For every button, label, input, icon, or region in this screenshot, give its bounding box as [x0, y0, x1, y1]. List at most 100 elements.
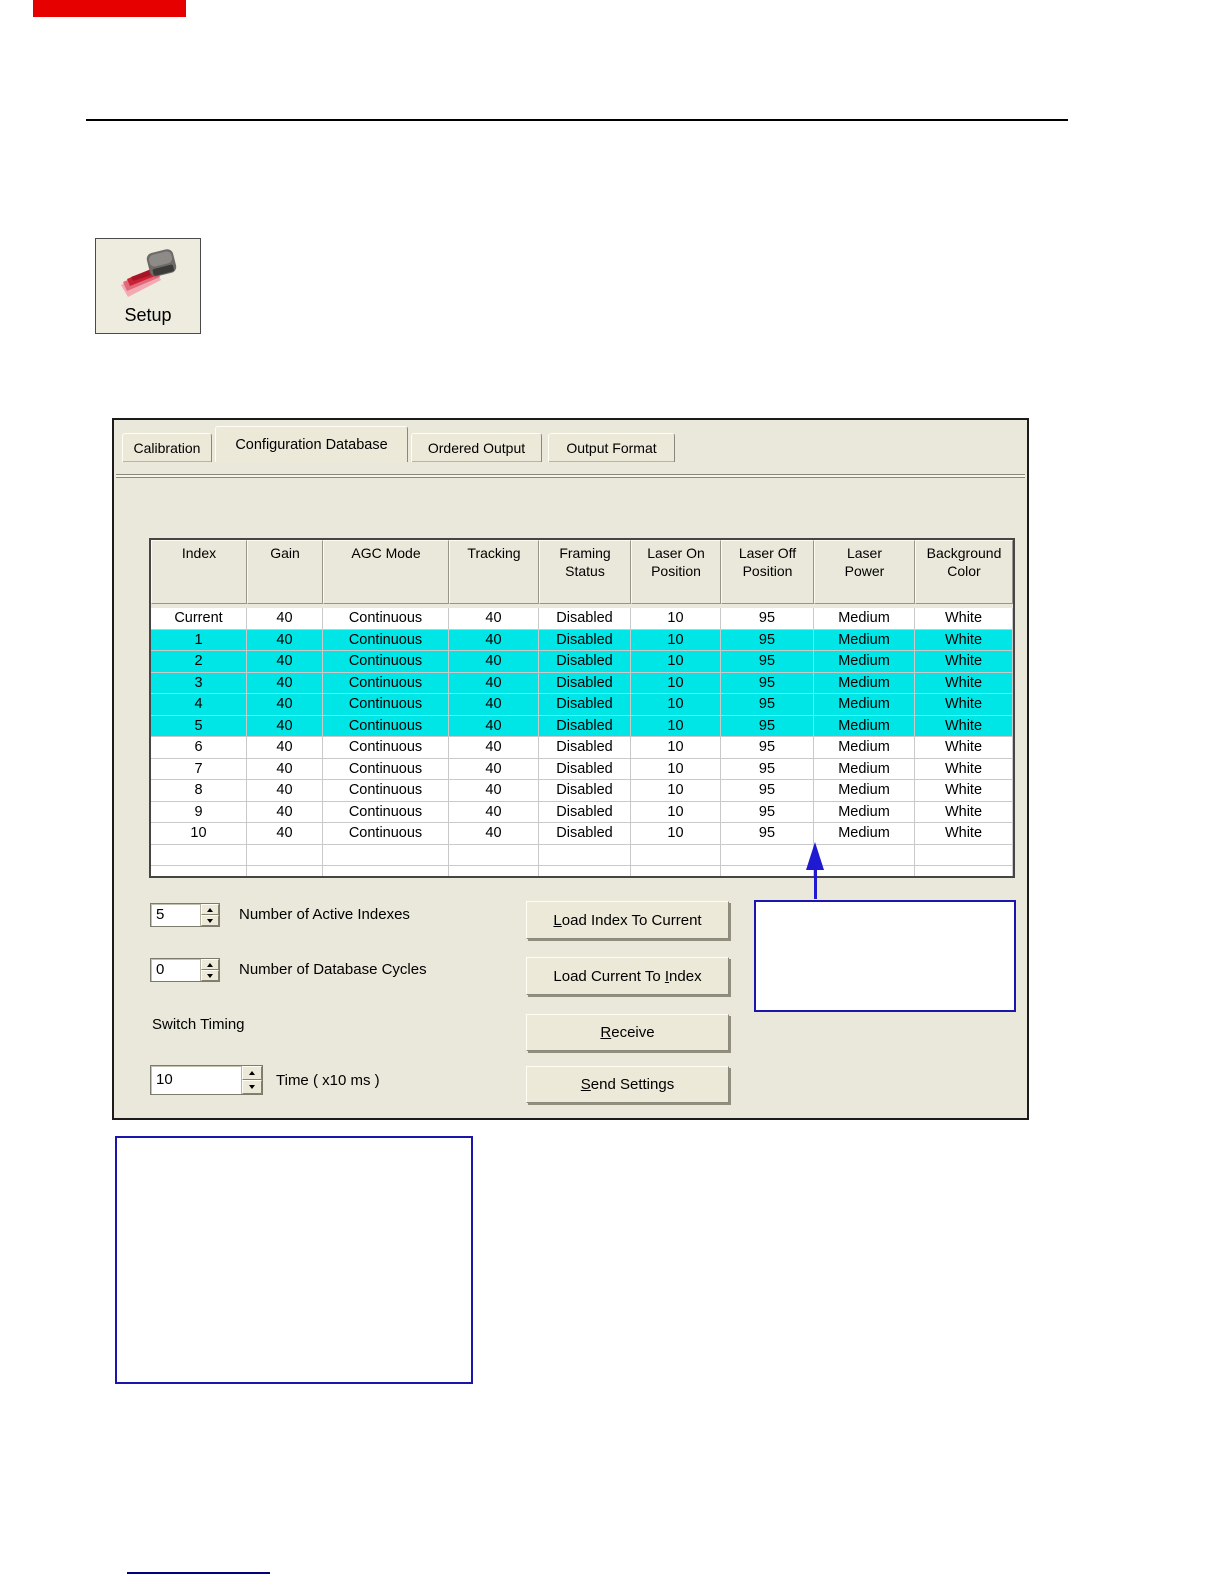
table-cell[interactable]: 10: [631, 608, 721, 630]
table-cell[interactable]: 10: [631, 715, 721, 737]
tab-output-format[interactable]: Output Format: [548, 433, 675, 462]
table-row[interactable]: 9 40 Continuous 40 Disabled 10 95 Medium White: [151, 801, 1013, 823]
table-cell[interactable]: White: [915, 672, 1013, 694]
table-cell[interactable]: 95: [721, 780, 814, 802]
table-cell[interactable]: Continuous: [323, 801, 449, 823]
table-cell[interactable]: Disabled: [539, 608, 631, 630]
table-cell[interactable]: Medium: [814, 823, 915, 845]
table-cell[interactable]: Medium: [814, 737, 915, 759]
table-cell[interactable]: Disabled: [539, 694, 631, 716]
table-cell[interactable]: 7: [151, 758, 247, 780]
table-cell[interactable]: 40: [247, 651, 323, 673]
table-cell[interactable]: White: [915, 801, 1013, 823]
table-cell[interactable]: 10: [631, 672, 721, 694]
tab-ordered-output[interactable]: Ordered Output: [411, 433, 542, 462]
table-cell[interactable]: 40: [247, 694, 323, 716]
table-cell[interactable]: Disabled: [539, 629, 631, 651]
database-cycles-spinner[interactable]: 0: [150, 958, 220, 982]
table-cell[interactable]: Medium: [814, 694, 915, 716]
table-row[interactable]: 7 40 Continuous 40 Disabled 10 95 Medium White: [151, 758, 1013, 780]
table-cell[interactable]: 95: [721, 672, 814, 694]
table-cell[interactable]: 9: [151, 801, 247, 823]
table-row[interactable]: 6 40 Continuous 40 Disabled 10 95 Medium White: [151, 737, 1013, 759]
table-cell[interactable]: 8: [151, 780, 247, 802]
table-cell[interactable]: 10: [151, 823, 247, 845]
table-cell[interactable]: 6: [151, 737, 247, 759]
table-cell[interactable]: Medium: [814, 715, 915, 737]
table-cell[interactable]: Disabled: [539, 823, 631, 845]
table-cell[interactable]: Medium: [814, 672, 915, 694]
table-cell[interactable]: Continuous: [323, 737, 449, 759]
table-cell[interactable]: 40: [449, 780, 539, 802]
table-cell[interactable]: Medium: [814, 780, 915, 802]
table-cell[interactable]: 40: [449, 758, 539, 780]
spin-down-button[interactable]: [201, 915, 219, 926]
table-cell[interactable]: 40: [449, 672, 539, 694]
table-cell[interactable]: Continuous: [323, 715, 449, 737]
spin-up-button[interactable]: [201, 959, 219, 970]
table-cell[interactable]: Medium: [814, 608, 915, 630]
table-cell[interactable]: 10: [631, 694, 721, 716]
table-row[interactable]: 3 40 Continuous 40 Disabled 10 95 Medium White: [151, 672, 1013, 694]
time-value[interactable]: 10: [151, 1066, 241, 1094]
table-cell[interactable]: 95: [721, 694, 814, 716]
table-row[interactable]: 4 40 Continuous 40 Disabled 10 95 Medium White: [151, 694, 1013, 716]
table-cell[interactable]: Disabled: [539, 651, 631, 673]
receive-button[interactable]: Receive: [526, 1014, 729, 1051]
table-cell[interactable]: White: [915, 608, 1013, 630]
table-cell[interactable]: 40: [247, 780, 323, 802]
table-cell[interactable]: 95: [721, 758, 814, 780]
table-cell[interactable]: White: [915, 780, 1013, 802]
table-row[interactable]: 5 40 Continuous 40 Disabled 10 95 Medium White: [151, 715, 1013, 737]
table-cell[interactable]: 40: [449, 715, 539, 737]
table-cell[interactable]: 40: [247, 608, 323, 630]
table-cell[interactable]: 10: [631, 758, 721, 780]
table-cell[interactable]: 40: [247, 715, 323, 737]
table-cell[interactable]: Current: [151, 608, 247, 630]
table-cell[interactable]: White: [915, 823, 1013, 845]
spin-up-button[interactable]: [242, 1066, 262, 1080]
table-cell[interactable]: 95: [721, 651, 814, 673]
table-row[interactable]: 8 40 Continuous 40 Disabled 10 95 Medium White: [151, 780, 1013, 802]
send-settings-button[interactable]: Send Settings: [526, 1066, 729, 1103]
table-cell[interactable]: 40: [247, 737, 323, 759]
table-cell[interactable]: Disabled: [539, 672, 631, 694]
table-cell[interactable]: 10: [631, 823, 721, 845]
table-cell[interactable]: 10: [631, 651, 721, 673]
table-cell[interactable]: 95: [721, 629, 814, 651]
table-cell[interactable]: White: [915, 629, 1013, 651]
table-cell[interactable]: 40: [247, 629, 323, 651]
table-cell[interactable]: 95: [721, 801, 814, 823]
table-row[interactable]: Current 40 Continuous 40 Disabled 10 95 Medium W…: [151, 608, 1013, 630]
setup-tool-button[interactable]: Setup: [95, 238, 201, 334]
table-cell[interactable]: Medium: [814, 801, 915, 823]
table-cell[interactable]: Continuous: [323, 694, 449, 716]
table-cell[interactable]: 40: [247, 823, 323, 845]
table-cell[interactable]: Medium: [814, 629, 915, 651]
table-cell[interactable]: Continuous: [323, 651, 449, 673]
load-index-to-current-button[interactable]: Load Index To Current: [526, 901, 729, 939]
table-cell[interactable]: White: [915, 758, 1013, 780]
table-cell[interactable]: 40: [449, 737, 539, 759]
table-row[interactable]: 2 40 Continuous 40 Disabled 10 95 Medium White: [151, 651, 1013, 673]
table-row[interactable]: 1 40 Continuous 40 Disabled 10 95 Medium White: [151, 629, 1013, 651]
table-cell[interactable]: Disabled: [539, 801, 631, 823]
table-cell[interactable]: White: [915, 651, 1013, 673]
table-cell[interactable]: 40: [247, 758, 323, 780]
table-cell[interactable]: 95: [721, 737, 814, 759]
table-cell[interactable]: 2: [151, 651, 247, 673]
tab-calibration[interactable]: Calibration: [122, 433, 212, 462]
table-cell[interactable]: Continuous: [323, 780, 449, 802]
load-current-to-index-button[interactable]: Load Current To Index: [526, 957, 729, 995]
table-cell[interactable]: Disabled: [539, 737, 631, 759]
table-cell[interactable]: 40: [449, 694, 539, 716]
table-cell[interactable]: 40: [449, 823, 539, 845]
spin-down-button[interactable]: [201, 970, 219, 981]
table-cell[interactable]: 10: [631, 801, 721, 823]
table-cell[interactable]: White: [915, 715, 1013, 737]
table-cell[interactable]: 10: [631, 629, 721, 651]
table-cell[interactable]: Disabled: [539, 715, 631, 737]
table-cell[interactable]: 95: [721, 715, 814, 737]
table-cell[interactable]: Disabled: [539, 780, 631, 802]
table-cell[interactable]: 40: [449, 651, 539, 673]
